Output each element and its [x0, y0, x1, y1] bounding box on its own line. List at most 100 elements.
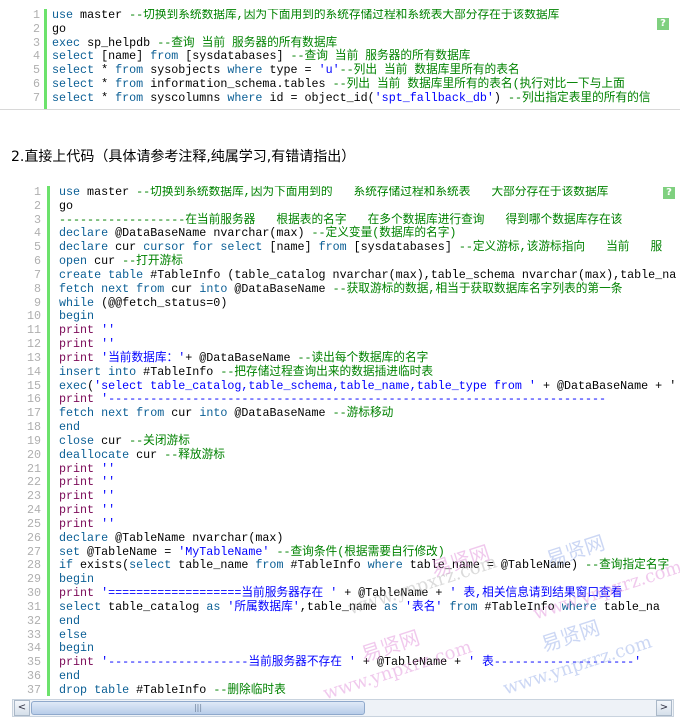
keyword: open	[59, 254, 88, 269]
line-number: 4	[32, 49, 40, 64]
code-token: table_name	[171, 558, 256, 573]
line-number: 30	[26, 586, 41, 601]
line-number: 25	[26, 516, 41, 531]
line-number: 20	[26, 447, 41, 462]
keyword: drop	[59, 682, 88, 696]
string-literal: 'u'	[318, 63, 340, 78]
code-line: 9 while (@@fetch_status=0)	[0, 296, 680, 311]
keyword: select	[52, 63, 95, 78]
line-number: 32	[26, 613, 41, 628]
code-line: 20 deallocate cur --释放游标	[0, 447, 680, 463]
line-number: 2	[33, 198, 41, 213]
code-text: fetch next from cur into @DataBaseName -…	[59, 406, 393, 421]
help-icon[interactable]: ?	[663, 187, 675, 199]
scroll-right-button[interactable]: >	[656, 700, 672, 716]
keyword: declare	[59, 530, 109, 545]
scroll-thumb[interactable]: |||	[31, 701, 365, 715]
code-text: print '===================当前服务器存在 ' + @T…	[59, 586, 622, 601]
line-number: 24	[26, 503, 41, 518]
keyword: from	[136, 281, 165, 296]
keyword: where	[561, 599, 597, 614]
line-number: 19	[26, 433, 41, 448]
comment: --关闭游标	[129, 433, 190, 448]
code-line: 6 open cur --打开游标	[0, 254, 680, 269]
keyword: end	[59, 420, 81, 435]
line-number: 17	[26, 406, 41, 421]
keyword: create	[59, 267, 102, 282]
code-line: 2 go	[0, 198, 680, 214]
keyword-print: print	[59, 516, 95, 531]
code-text: begin	[59, 572, 94, 587]
code-text: print '--------------------当前服务器不存在 ' + …	[59, 655, 641, 670]
code-token: table_na	[596, 599, 660, 614]
code-line: 16 print '-------------------------------…	[0, 393, 680, 407]
code-line: 22 print ''	[0, 475, 680, 490]
keyword: from	[318, 240, 347, 255]
code-line: 13 print '当前数据库：'+ @DataBaseName --读出每个数据…	[0, 350, 680, 366]
code-token: master	[80, 186, 137, 199]
code-token: *	[94, 77, 116, 92]
keyword-print: print	[59, 323, 95, 338]
comment: --查询 当前 服务器的所有数据库	[290, 49, 471, 64]
keyword: for	[192, 240, 214, 255]
code-text: end	[59, 669, 80, 684]
keyword: insert	[59, 364, 102, 379]
code-token: @DataBaseName nvarchar(max)	[108, 226, 312, 241]
code-token: ,table_name	[299, 599, 384, 614]
keyword: begin	[59, 641, 95, 656]
help-icon[interactable]: ?	[657, 18, 669, 30]
scroll-left-button[interactable]: <	[14, 700, 30, 716]
line-number: 13	[26, 350, 41, 365]
keyword: into	[108, 364, 137, 379]
line-number: 1	[33, 186, 41, 199]
code-token: id = object_id(	[262, 90, 375, 105]
keyword: end	[59, 613, 81, 628]
comment: --查询条件(根据需要自行修改)	[276, 544, 445, 559]
line-number: 3	[32, 35, 40, 50]
line-number: 11	[26, 323, 41, 338]
code-text: use master --切换到系统数据库,因为下面用到的 系统存储过程和系统表…	[59, 186, 608, 200]
comment: --切换到系统数据库,因为下面用到的系统存储过程和系统表大部分存在于该数据库	[129, 9, 560, 22]
keyword: into	[199, 406, 228, 421]
code-line: 21 print ''	[0, 461, 680, 477]
code-token: [name]	[94, 49, 151, 64]
line-number: 34	[26, 641, 41, 656]
keyword: as	[206, 599, 221, 614]
string-literal: ''	[101, 323, 116, 338]
keyword-print: print	[59, 337, 95, 352]
comment: --释放游标	[164, 447, 225, 462]
string-literal: ''	[101, 516, 116, 531]
line-number: 2	[32, 21, 40, 36]
comment: --查询 当前 服务器的所有数据库	[157, 35, 338, 50]
code-line: 7 select * from syscolumns where id = obj…	[0, 90, 680, 106]
keyword: into	[199, 281, 228, 296]
keyword: where	[227, 63, 263, 78]
line-number: 37	[26, 682, 41, 696]
code-text: print '---------------------------------…	[59, 393, 606, 407]
line-number: 21	[26, 461, 41, 476]
keyword: as	[384, 599, 399, 614]
comment: --查询指定名字	[585, 558, 670, 573]
line-number: 29	[26, 572, 41, 587]
line-number: 5	[33, 240, 41, 255]
code-line: 28 if exists(select table_name from #Tabl…	[0, 558, 680, 573]
keyword: declare	[59, 226, 109, 241]
keyword: select	[59, 599, 102, 614]
code-text: select * from syscolumns where id = obje…	[52, 90, 651, 106]
code-text: exec('select table_catalog,table_schema,…	[59, 378, 677, 394]
keyword: fetch	[59, 281, 95, 296]
code-token: + @DataBaseName	[185, 350, 298, 365]
code-line: 24 print ''	[0, 503, 680, 518]
keyword-print: print	[59, 461, 95, 476]
keyword: next	[101, 406, 130, 421]
keyword: select	[52, 90, 95, 105]
code-token: type =	[262, 63, 319, 78]
code-token: + @DataBaseName + '	[535, 378, 677, 393]
code-line: 17 fetch next from cur into @DataBaseName…	[0, 406, 680, 421]
code-token: #TableInfo	[477, 599, 562, 614]
code-token: @DataBaseName	[227, 281, 333, 296]
section-heading: 2.直接上代码（具体请参考注释,纯属学习,有错请指出）	[11, 149, 356, 165]
comment: --列出 当前 数据库里所有的表名	[339, 63, 520, 78]
horizontal-scrollbar[interactable]: < ||| >	[12, 699, 674, 717]
